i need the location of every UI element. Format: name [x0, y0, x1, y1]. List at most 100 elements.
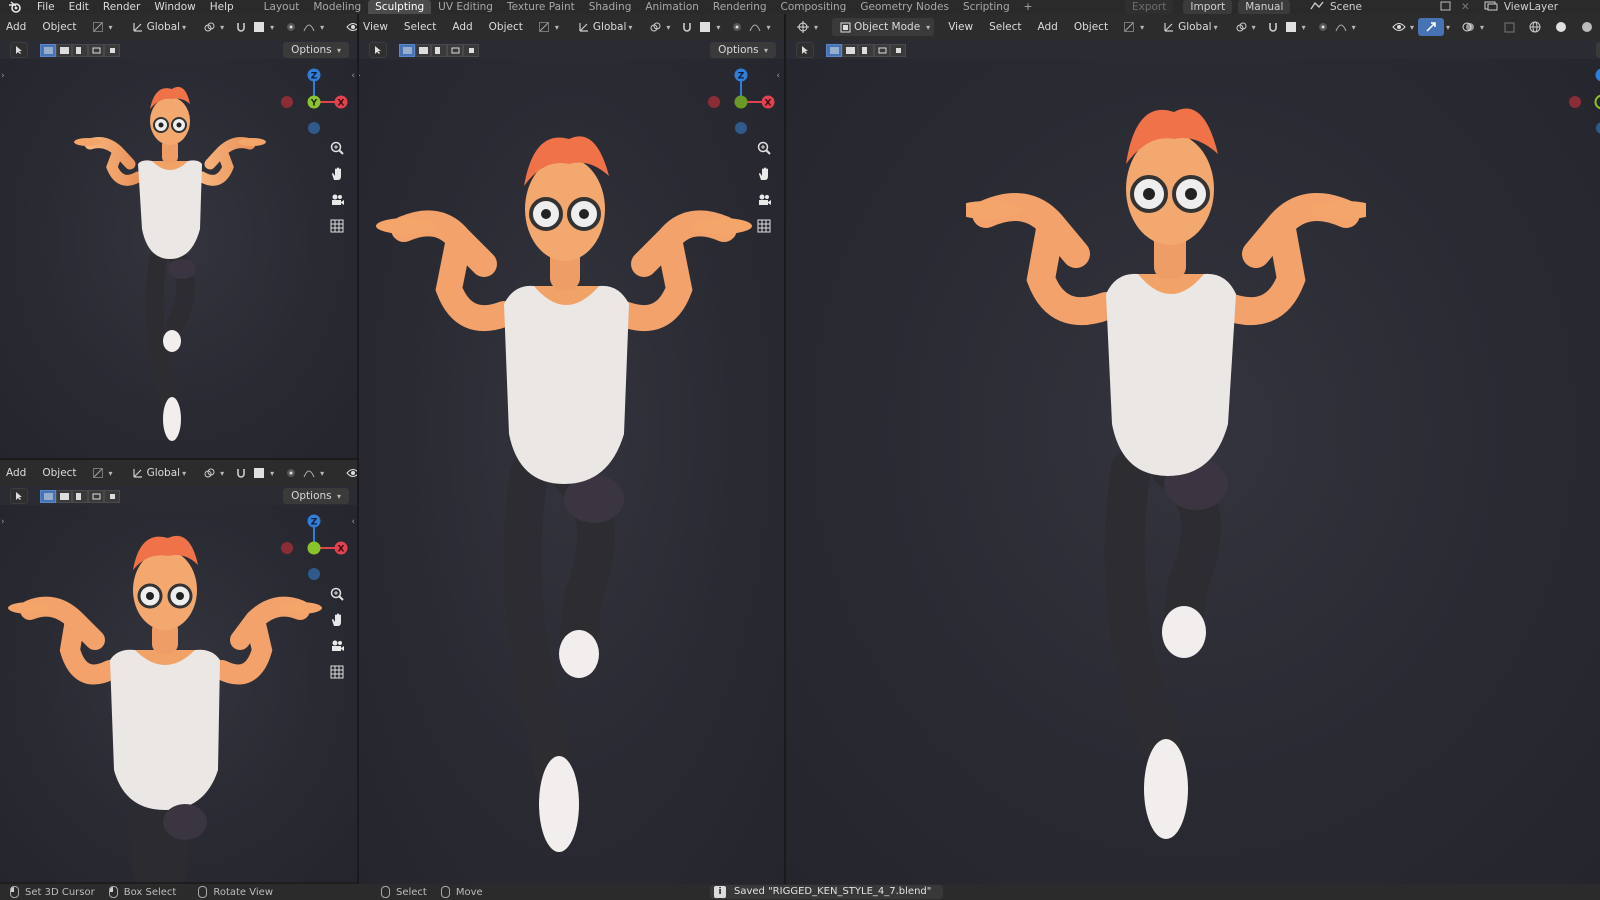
select-invert-mode[interactable]: [447, 43, 463, 57]
select-invert-mode[interactable]: [88, 43, 104, 57]
zoom-icon[interactable]: [327, 138, 347, 158]
gizmo-neg-x-icon[interactable]: [1569, 96, 1581, 108]
options-button[interactable]: O: [1595, 42, 1600, 58]
transform-orientation-dropdown[interactable]: Global ▾: [125, 18, 191, 36]
options-button[interactable]: Options ▾: [710, 42, 776, 58]
new-scene-icon[interactable]: [1440, 1, 1451, 14]
grid-icon[interactable]: [754, 216, 774, 236]
visibility-dropdown[interactable]: ▾: [1386, 18, 1418, 36]
tab-texture-paint[interactable]: Texture Paint: [500, 0, 582, 14]
mesh-select-dropdown[interactable]: ▾: [1116, 18, 1148, 36]
select-new-mode[interactable]: [40, 43, 56, 57]
select-extend-mode[interactable]: [415, 43, 431, 57]
scene-name[interactable]: Scene: [1330, 1, 1362, 13]
proportional-edit-toggle[interactable]: ▾: [278, 464, 328, 482]
viewlayer-name[interactable]: ViewLayer: [1504, 1, 1558, 13]
select-invert-mode[interactable]: [874, 43, 890, 57]
tab-scripting[interactable]: Scripting: [956, 0, 1017, 14]
add-menu[interactable]: Add: [4, 464, 34, 482]
proportional-edit-toggle[interactable]: ▾: [724, 18, 774, 36]
proportional-edit-toggle[interactable]: ▾: [1310, 18, 1360, 36]
zoom-icon[interactable]: [327, 584, 347, 604]
toolbar-expand-icon[interactable]: ›: [359, 71, 361, 81]
saved-report[interactable]: i Saved "RIGGED_KEN_STYLE_4_7.blend": [710, 885, 944, 899]
grid-icon[interactable]: [327, 662, 347, 682]
gizmo-z-icon[interactable]: [1595, 68, 1600, 82]
view-menu[interactable]: View: [940, 18, 981, 36]
snap-toggle[interactable]: ▾: [228, 18, 278, 36]
options-button[interactable]: Options ▾: [283, 488, 349, 504]
tab-uv-editing[interactable]: UV Editing: [431, 0, 500, 14]
select-tool-button[interactable]: [796, 42, 814, 58]
visibility-dropdown[interactable]: ▾: [340, 464, 357, 482]
editor-type-dropdown[interactable]: ▾: [790, 18, 822, 36]
character-model[interactable]: [966, 84, 1366, 864]
transform-orientation-dropdown[interactable]: Global ▾: [571, 18, 637, 36]
menu-edit[interactable]: Edit: [62, 0, 96, 14]
tab-shading[interactable]: Shading: [582, 0, 639, 14]
scene-icon[interactable]: [1310, 1, 1324, 14]
options-button[interactable]: Options ▾: [283, 42, 349, 58]
gizmo-toggle[interactable]: [1417, 18, 1444, 36]
gizmo-neg-x-icon[interactable]: [281, 96, 293, 108]
select-new-mode[interactable]: [826, 43, 842, 57]
tab-compositing[interactable]: Compositing: [774, 0, 854, 14]
select-intersect-mode[interactable]: [104, 489, 120, 503]
wireframe-shading-button[interactable]: [1522, 18, 1548, 36]
select-extend-mode[interactable]: [842, 43, 858, 57]
add-menu[interactable]: Add: [444, 18, 480, 36]
object-menu[interactable]: Object: [481, 18, 531, 36]
select-subtract-mode[interactable]: [72, 43, 88, 57]
proportional-edit-toggle[interactable]: ▾: [278, 18, 328, 36]
viewport-top-left[interactable]: Add Object ▾ Global▾ ▾ ▾ ▾ ▾ Options ▾ ›…: [0, 14, 357, 458]
gizmo-y-icon[interactable]: [1594, 94, 1600, 110]
navigation-gizmo[interactable]: [1566, 62, 1600, 142]
select-menu[interactable]: Select: [396, 18, 444, 36]
pivot-dropdown[interactable]: ▾: [1228, 18, 1260, 36]
tab-sculpting[interactable]: Sculpting: [368, 0, 432, 14]
character-model[interactable]: [374, 114, 754, 874]
import-button[interactable]: Import: [1183, 0, 1233, 14]
pivot-dropdown[interactable]: ▾: [642, 18, 674, 36]
mesh-select-dropdown[interactable]: ▾: [531, 18, 563, 36]
pan-hand-icon[interactable]: [327, 164, 347, 184]
xray-toggle[interactable]: [1496, 18, 1522, 36]
select-intersect-mode[interactable]: [104, 43, 120, 57]
object-menu[interactable]: Object: [34, 18, 84, 36]
zoom-icon[interactable]: [754, 138, 774, 158]
select-extend-mode[interactable]: [56, 489, 72, 503]
export-button[interactable]: Export: [1125, 0, 1174, 14]
object-mode-dropdown[interactable]: Object Mode ▾: [832, 18, 935, 36]
grid-icon[interactable]: [327, 216, 347, 236]
viewlayer-icon[interactable]: [1484, 1, 1498, 14]
close-scene-icon[interactable]: ✕: [1461, 1, 1470, 13]
camera-icon[interactable]: [327, 636, 347, 656]
character-model[interactable]: [60, 69, 280, 454]
toolbar-expand-icon[interactable]: ›: [1, 71, 5, 81]
transform-orientation-dropdown[interactable]: Global ▾: [1156, 18, 1222, 36]
material-shading-button[interactable]: [1574, 18, 1600, 36]
snap-toggle[interactable]: ▾: [228, 464, 278, 482]
select-subtract-mode[interactable]: [431, 43, 447, 57]
mesh-select-dropdown[interactable]: ▾: [85, 18, 117, 36]
tab-animation[interactable]: Animation: [638, 0, 706, 14]
gizmo-y-icon[interactable]: [734, 95, 748, 109]
select-tool-button[interactable]: [369, 42, 387, 58]
select-subtract-mode[interactable]: [72, 489, 88, 503]
select-menu[interactable]: Select: [981, 18, 1029, 36]
area-divider[interactable]: [0, 458, 357, 460]
pan-hand-icon[interactable]: [754, 164, 774, 184]
viewport-right[interactable]: ▾ Object Mode ▾ View Select Add Object ▾ …: [786, 14, 1600, 884]
pivot-dropdown[interactable]: ▾: [196, 464, 228, 482]
viewport-middle[interactable]: View Select Add Object ▾ Global▾ ▾ ▾ ▾ ▾…: [359, 14, 784, 884]
snap-toggle[interactable]: ▾: [674, 18, 724, 36]
gizmo-neg-z-icon[interactable]: [1596, 122, 1600, 134]
menu-help[interactable]: Help: [203, 0, 241, 14]
select-extend-mode[interactable]: [56, 43, 72, 57]
transform-orientation-dropdown[interactable]: Global ▾: [125, 464, 191, 482]
menu-window[interactable]: Window: [147, 0, 202, 14]
select-new-mode[interactable]: [399, 43, 415, 57]
tab-layout[interactable]: Layout: [257, 0, 307, 14]
gizmo-neg-z-icon[interactable]: [308, 122, 320, 134]
object-menu[interactable]: Object: [34, 464, 84, 482]
